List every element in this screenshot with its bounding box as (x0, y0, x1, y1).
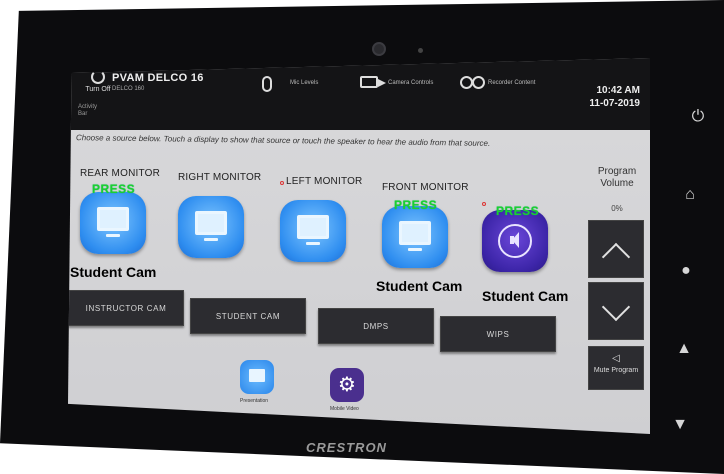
mobile-video-button[interactable]: ⚙ (330, 368, 364, 402)
crestron-logo: CRESTRON (306, 440, 387, 455)
monitor-icon (297, 215, 329, 239)
mobile-video-label: Mobile Video (330, 406, 359, 412)
room-subtitle: DELCO 160 (112, 86, 145, 92)
program-volume-title: Program Volume (597, 166, 637, 189)
chevron-down-icon (601, 292, 631, 322)
volume-up-button[interactable] (588, 220, 644, 278)
mic-levels-label: Mic Levels (290, 80, 319, 86)
camera-controls-label: Camera Controls (388, 80, 434, 86)
student-cam-button[interactable]: STUDENT CAM (190, 298, 306, 334)
monitor-icon (97, 207, 129, 231)
time: 10:42 AM (596, 85, 640, 96)
speaker-button[interactable] (482, 210, 548, 272)
presentation-button[interactable] (240, 360, 274, 394)
speaker-source: Student Cam (482, 288, 569, 304)
monitor-stand (204, 238, 218, 241)
monitor-stand (106, 234, 120, 237)
rear-monitor-source: Student Cam (70, 264, 157, 280)
instructions-text: Choose a source below. Touch a display t… (76, 133, 491, 148)
left-monitor-label: LEFT MONITOR (286, 176, 363, 187)
microphone-icon (262, 76, 272, 92)
monitor-icon (399, 221, 431, 245)
right-monitor-button[interactable] (178, 196, 244, 258)
activity-status: Activity Bar (78, 104, 97, 118)
front-monitor-label: FRONT MONITOR (382, 182, 469, 193)
clock: 10:42 AM 11-07-2019 (589, 84, 640, 110)
front-monitor-press-text: PRESS (394, 198, 438, 212)
dmps-button[interactable]: DMPS (318, 308, 434, 344)
recorder-icon (460, 76, 485, 89)
up-arrow-icon[interactable]: ▲ (672, 340, 696, 358)
touch-screen: Turn Off PVAM DELCO 16 DELCO 160 Activit… (68, 58, 650, 434)
monitor-stand (306, 242, 320, 245)
gear-icon: ⚙ (338, 374, 356, 396)
room-name: PVAM DELCO 16 (112, 72, 204, 84)
wips-button[interactable]: WIPS (440, 316, 556, 352)
recorder-content-label: Recorder Content (488, 80, 536, 86)
presentation-label: Presentation (240, 398, 269, 404)
rear-monitor-button[interactable] (80, 192, 146, 254)
front-monitor-source: Student Cam (376, 278, 463, 294)
speaker-mute-icon: ◁ (612, 353, 620, 364)
chevron-up-icon (601, 242, 631, 272)
home-icon[interactable]: ⌂ (678, 186, 702, 204)
monitor-stand (408, 248, 422, 251)
rear-monitor-press-text: PRESS (92, 182, 136, 196)
turn-off-label: Turn Off (85, 86, 111, 93)
left-monitor-button[interactable] (280, 200, 346, 262)
light-sensor (418, 48, 423, 53)
rear-monitor-label: REAR MONITOR (80, 168, 160, 179)
power-icon[interactable]: ⏻ (686, 108, 710, 126)
light-icon[interactable]: ● (674, 262, 698, 280)
video-camera-icon (360, 76, 386, 88)
speaker-press-text: PRESS (496, 204, 540, 218)
camera-lens (372, 42, 386, 56)
activity-value: Bar (78, 111, 88, 117)
activity-label: Activity (78, 104, 98, 110)
monitor-icon (195, 211, 227, 235)
volume-down-button[interactable] (588, 282, 644, 340)
date: 11-07-2019 (589, 98, 640, 109)
right-monitor-label: RIGHT MONITOR (178, 172, 262, 183)
status-dot (482, 202, 486, 206)
down-arrow-icon[interactable]: ▼ (668, 416, 692, 434)
mute-program-button[interactable]: ◁ Mute Program (588, 346, 644, 390)
program-volume-value: 0% (611, 204, 623, 213)
mute-program-label: Mute Program (593, 367, 639, 374)
speaker-icon (498, 224, 532, 258)
status-dot (280, 181, 284, 185)
presentation-icon (249, 369, 265, 382)
front-monitor-button[interactable] (382, 206, 448, 268)
instructor-cam-button[interactable]: INSTRUCTOR CAM (68, 290, 184, 326)
